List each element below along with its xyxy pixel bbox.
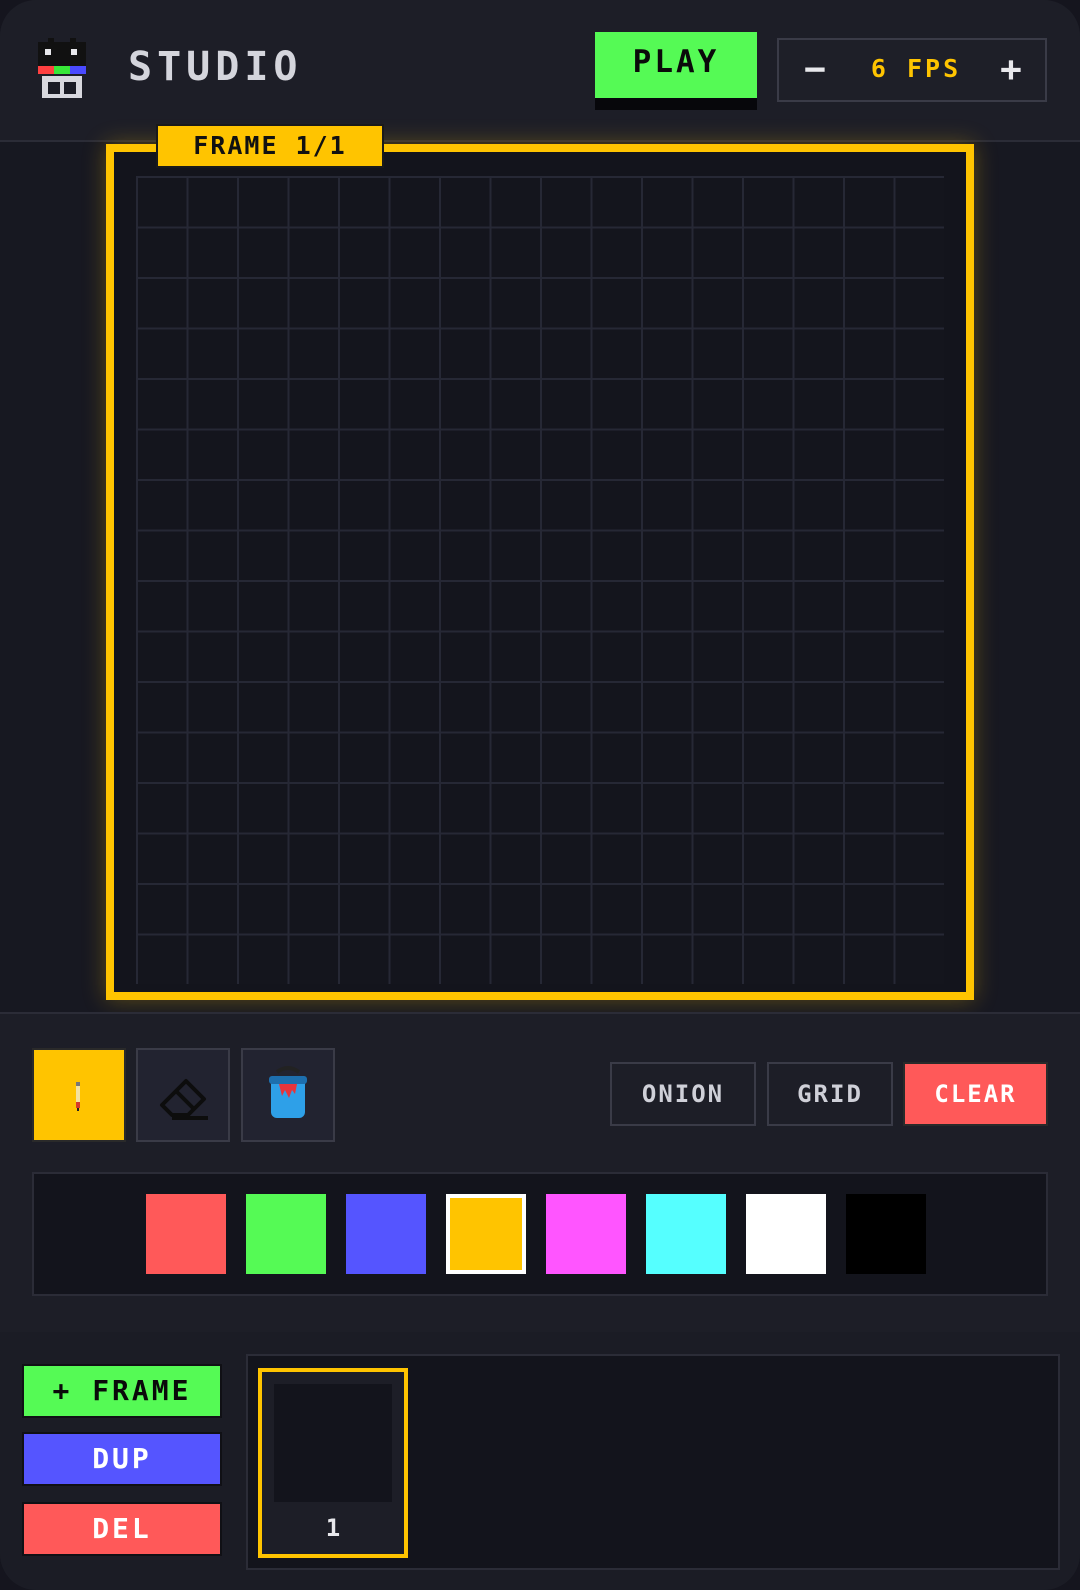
fps-decrease-button[interactable]: − bbox=[795, 46, 835, 94]
eraser-tool-button[interactable] bbox=[136, 1048, 230, 1142]
fps-control: − 6 FPS + bbox=[777, 38, 1047, 102]
timeline: + FRAME DUP DEL 1 bbox=[0, 1332, 1080, 1590]
color-swatch-black[interactable] bbox=[846, 1194, 926, 1274]
delete-frame-button[interactable]: DEL bbox=[22, 1502, 222, 1556]
color-swatch-red[interactable] bbox=[146, 1194, 226, 1274]
eraser-icon bbox=[160, 1079, 208, 1120]
header: STUDIO PLAY − 6 FPS + bbox=[0, 0, 1080, 142]
onion-skin-toggle[interactable]: ONION bbox=[610, 1062, 756, 1126]
animation-studio-app: STUDIO PLAY − 6 FPS + FRAME 1/1 ONION GR… bbox=[0, 0, 1080, 1590]
pencil-icon bbox=[76, 1082, 80, 1111]
color-swatch-blue[interactable] bbox=[346, 1194, 426, 1274]
toolbar: ONION GRID CLEAR bbox=[0, 1012, 1080, 1334]
app-title: STUDIO bbox=[128, 44, 303, 90]
clear-button[interactable]: CLEAR bbox=[903, 1062, 1048, 1126]
fps-value: 6 FPS bbox=[870, 54, 962, 83]
color-swatch-white[interactable] bbox=[746, 1194, 826, 1274]
studio-logo-icon bbox=[34, 36, 90, 102]
canvas-frame bbox=[106, 144, 974, 1000]
pixel-canvas[interactable] bbox=[136, 176, 944, 984]
color-swatch-cyan[interactable] bbox=[646, 1194, 726, 1274]
color-swatch-yellow[interactable] bbox=[446, 1194, 526, 1274]
grid-toggle[interactable]: GRID bbox=[767, 1062, 893, 1126]
frame-counter-label: FRAME 1/1 bbox=[156, 124, 384, 168]
paint-bucket-icon bbox=[269, 1066, 307, 1118]
color-swatch-magenta[interactable] bbox=[546, 1194, 626, 1274]
fill-tool-button[interactable] bbox=[241, 1048, 335, 1142]
duplicate-frame-button[interactable]: DUP bbox=[22, 1432, 222, 1486]
canvas-area: FRAME 1/1 bbox=[0, 124, 1080, 1012]
fps-increase-button[interactable]: + bbox=[991, 46, 1031, 94]
color-palette bbox=[32, 1172, 1048, 1296]
color-swatch-green[interactable] bbox=[246, 1194, 326, 1274]
pencil-tool-button[interactable] bbox=[32, 1048, 126, 1142]
frame-thumbnail-preview bbox=[274, 1384, 392, 1502]
add-frame-button[interactable]: + FRAME bbox=[22, 1364, 222, 1418]
frames-strip: 1 bbox=[246, 1354, 1060, 1570]
frame-thumbnail[interactable]: 1 bbox=[258, 1368, 408, 1558]
play-button[interactable]: PLAY bbox=[595, 32, 757, 110]
frame-thumbnail-number: 1 bbox=[325, 1514, 341, 1542]
